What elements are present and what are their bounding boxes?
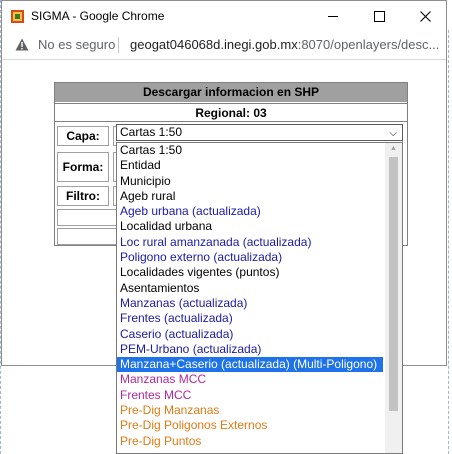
dropdown-option[interactable]: Manzanas (actualizada) — [117, 296, 383, 311]
dropdown-option[interactable]: Ageb rural — [117, 189, 383, 204]
not-secure-label[interactable]: No es seguro — [38, 37, 115, 52]
dropdown-option[interactable]: Ageb urbana (actualizada) — [117, 204, 383, 219]
dropdown-option[interactable]: Pre-Dig Manzanas — [117, 403, 383, 418]
url-host: geogat046068d.inegi.gob.mx — [130, 37, 298, 52]
scroll-up-icon[interactable]: ▲ — [385, 143, 402, 155]
maximize-button[interactable] — [356, 1, 402, 31]
dropdown-scrollbar[interactable]: ▲ — [385, 143, 402, 453]
warning-icon[interactable] — [15, 38, 29, 51]
dropdown-option[interactable]: Localidades vigentes (puntos) — [117, 265, 383, 280]
dropdown-option[interactable]: Pre-Dig Puntos — [117, 434, 383, 449]
dropdown-option[interactable]: Cartas 1:50 — [117, 143, 383, 158]
dropdown-option[interactable]: Loc rural amanzanada (actualizada) — [117, 235, 383, 250]
regional-label: Regional: 03 — [55, 103, 407, 122]
dropdown-option[interactable]: Manzana+Caserio (actualizada) (Multi-Pol… — [117, 357, 383, 373]
maximize-icon — [373, 10, 385, 22]
url-path: :8070/openlayers/desc... — [297, 37, 440, 52]
dropdown-option[interactable]: Frentes (actualizada) — [117, 311, 383, 326]
dropdown-option[interactable]: Pre-Dig Poligonos Externos — [117, 418, 383, 433]
window-title: SIGMA - Google Chrome — [31, 9, 165, 23]
dropdown-option[interactable]: Caserio (actualizada) — [117, 327, 383, 342]
dropdown-option[interactable]: Poligono externo (actualizada) — [117, 250, 383, 265]
address-separator — [118, 37, 119, 53]
title-bar[interactable]: SIGMA - Google Chrome — [2, 1, 446, 31]
dropdown-option[interactable]: Asentamientos — [117, 281, 383, 296]
capa-dropdown-list[interactable]: Cartas 1:50 Entidad Municipio Ageb rural Age… — [116, 142, 403, 454]
filtro-label: Filtro: — [57, 186, 109, 206]
close-button[interactable] — [402, 1, 448, 31]
panel-header: Descargar informacion en SHP — [55, 83, 407, 102]
minimize-icon — [328, 15, 338, 17]
capa-select-value: Cartas 1:50 — [120, 125, 183, 139]
dropdown-option[interactable]: Municipio — [117, 174, 383, 189]
dropdown-option[interactable]: PEM-Urbano (actualizada) — [117, 342, 383, 357]
desktop-edge — [448, 30, 452, 454]
scrollbar-thumb[interactable] — [389, 157, 398, 411]
dropdown-option[interactable]: Entidad — [117, 158, 383, 173]
capa-label: Capa: — [57, 126, 109, 146]
address-bar[interactable]: No es seguro geogat046068d.inegi.gob.mx:… — [2, 31, 446, 60]
dropdown-option[interactable]: Frentes MCC — [117, 388, 383, 403]
forma-label: Forma: — [57, 152, 109, 182]
chevron-down-icon[interactable]: ⌵ — [389, 126, 397, 141]
close-icon — [419, 10, 431, 22]
dropdown-option[interactable]: Localidad urbana — [117, 219, 383, 234]
dropdown-option[interactable]: Manzanas MCC — [117, 372, 383, 387]
url-text[interactable]: geogat046068d.inegi.gob.mx:8070/openlaye… — [130, 37, 446, 52]
capa-select[interactable]: Cartas 1:50 ⌵ — [116, 124, 403, 141]
minimize-button[interactable] — [310, 1, 356, 31]
sigma-app-icon — [11, 10, 24, 23]
